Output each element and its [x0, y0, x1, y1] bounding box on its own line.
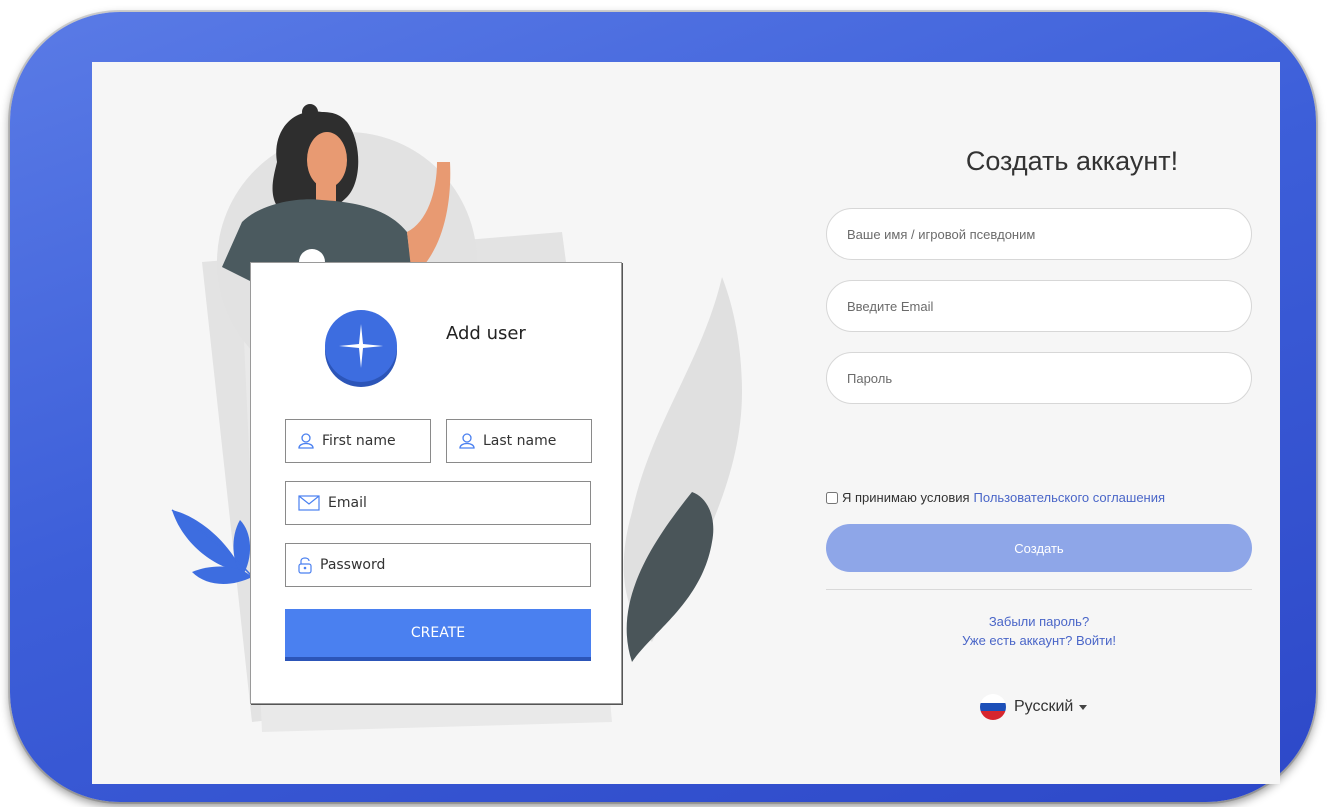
terms-agreement: Я принимаю условия Пользовательского сог…	[826, 490, 1165, 505]
lock-icon	[298, 556, 312, 574]
illustration-first-name-field: First name	[285, 419, 431, 463]
illustration-last-name-field: Last name	[446, 419, 592, 463]
illustration-email-label: Email	[328, 495, 367, 511]
password-input[interactable]	[826, 352, 1252, 404]
auth-links: Забыли пароль? Уже есть аккаунт? Войти!	[826, 612, 1252, 650]
user-icon	[298, 433, 314, 449]
name-input[interactable]	[826, 208, 1252, 260]
illustration-card-title: Add user	[446, 323, 526, 344]
illustration-form-card: Add user First name Last name Email Pass…	[250, 262, 622, 704]
illustration-create-button: CREATE	[285, 609, 591, 661]
illustration-password-field: Password	[285, 543, 591, 587]
illustration-last-name-label: Last name	[483, 433, 557, 449]
login-link[interactable]: Уже есть аккаунт? Войти!	[826, 631, 1252, 650]
illustration-first-name-label: First name	[322, 433, 396, 449]
email-input[interactable]	[826, 280, 1252, 332]
envelope-icon	[298, 495, 320, 511]
create-account-button[interactable]: Создать	[826, 524, 1252, 572]
terms-text: Я принимаю условия	[842, 490, 970, 505]
divider	[826, 589, 1252, 590]
user-icon	[459, 433, 475, 449]
russia-flag-icon	[980, 694, 1006, 720]
signup-card: Add user First name Last name Email Pass…	[92, 62, 1280, 784]
language-label: Русский	[1014, 698, 1074, 715]
illustration-email-field: Email	[285, 481, 591, 525]
screen-frame: Add user First name Last name Email Pass…	[10, 12, 1316, 802]
add-user-illustration: Add user First name Last name Email Pass…	[92, 62, 772, 784]
chevron-down-icon	[1079, 704, 1088, 710]
forgot-password-link[interactable]: Забыли пароль?	[826, 612, 1252, 631]
terms-checkbox[interactable]	[826, 491, 838, 504]
terms-link[interactable]: Пользовательского соглашения	[974, 490, 1166, 505]
plus-icon	[325, 310, 397, 382]
language-selector[interactable]: Русский	[980, 694, 1088, 720]
illustration-password-label: Password	[320, 557, 386, 573]
page-title: Создать аккаунт!	[965, 146, 1179, 176]
